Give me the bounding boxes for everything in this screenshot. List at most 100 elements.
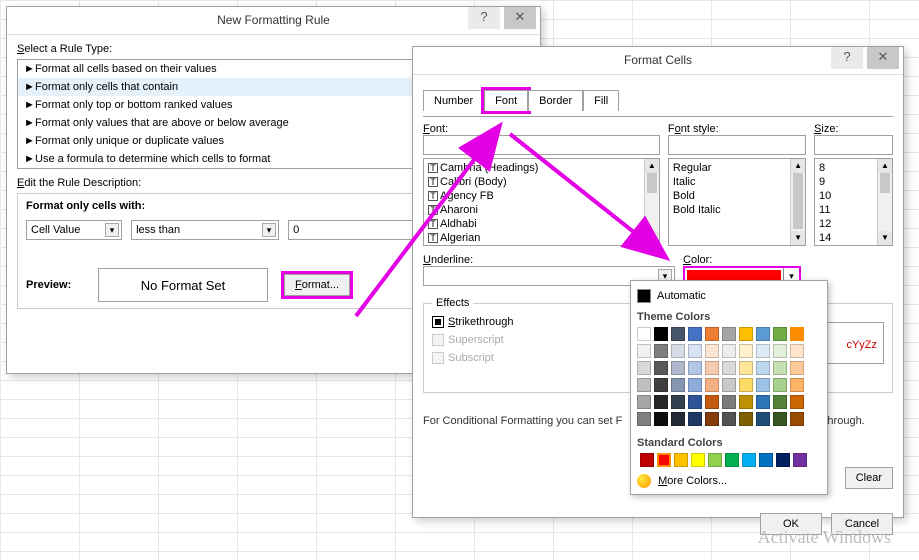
color-swatch[interactable] [739, 361, 753, 375]
color-swatch[interactable] [722, 361, 736, 375]
scrollbar[interactable]: ▲▼ [644, 159, 659, 245]
color-swatch[interactable] [722, 378, 736, 392]
color-swatch[interactable] [654, 361, 668, 375]
list-item[interactable]: Regular [673, 161, 801, 175]
tab-fill[interactable]: Fill [583, 90, 619, 111]
list-item[interactable]: TAlgerian [428, 231, 655, 245]
close-button[interactable]: ✕ [504, 7, 536, 29]
color-swatch[interactable] [688, 412, 702, 426]
list-item[interactable]: TCambria (Headings) [428, 161, 655, 175]
color-swatch[interactable] [637, 378, 651, 392]
color-swatch[interactable] [671, 361, 685, 375]
scrollbar[interactable]: ▲▼ [877, 159, 892, 245]
automatic-color-row[interactable]: Automatic [637, 287, 821, 309]
color-swatch[interactable] [773, 412, 787, 426]
list-item[interactable]: Italic [673, 175, 801, 189]
color-swatch[interactable] [739, 327, 753, 341]
format-button[interactable]: Format... [284, 274, 350, 296]
color-swatch[interactable] [773, 361, 787, 375]
color-swatch[interactable] [790, 344, 804, 358]
color-swatch[interactable] [722, 344, 736, 358]
operator-dropdown[interactable]: less than▾ [131, 220, 279, 240]
color-swatch[interactable] [688, 378, 702, 392]
color-swatch[interactable] [722, 412, 736, 426]
scrollbar[interactable]: ▲▼ [790, 159, 805, 245]
color-swatch[interactable] [688, 395, 702, 409]
color-swatch[interactable] [739, 344, 753, 358]
color-swatch[interactable] [688, 327, 702, 341]
color-swatch[interactable] [773, 344, 787, 358]
color-swatch[interactable] [756, 327, 770, 341]
color-swatch[interactable] [705, 327, 719, 341]
help-button[interactable]: ? [831, 47, 863, 69]
list-item[interactable]: Bold [673, 189, 801, 203]
list-item[interactable]: TAharoni [428, 203, 655, 217]
color-swatch[interactable] [790, 327, 804, 341]
strikethrough-checkbox[interactable]: Strikethrough [432, 316, 645, 328]
color-swatch[interactable] [759, 453, 773, 467]
color-swatch[interactable] [657, 453, 671, 467]
tab-border[interactable]: Border [528, 90, 583, 111]
list-item[interactable]: Bold Italic [673, 203, 801, 217]
color-swatch[interactable] [637, 344, 651, 358]
color-swatch[interactable] [674, 453, 688, 467]
color-swatch[interactable] [705, 344, 719, 358]
color-swatch[interactable] [654, 327, 668, 341]
color-swatch[interactable] [671, 395, 685, 409]
tab-font[interactable]: Font [484, 90, 528, 111]
color-swatch[interactable] [705, 378, 719, 392]
color-swatch[interactable] [654, 344, 668, 358]
color-swatch[interactable] [671, 378, 685, 392]
color-swatch[interactable] [705, 361, 719, 375]
font-style-list[interactable]: RegularItalicBoldBold Italic▲▼ [668, 158, 806, 246]
color-swatch[interactable] [756, 412, 770, 426]
color-swatch[interactable] [705, 412, 719, 426]
color-swatch[interactable] [790, 378, 804, 392]
color-swatch[interactable] [776, 453, 790, 467]
color-swatch[interactable] [756, 378, 770, 392]
color-swatch[interactable] [654, 412, 668, 426]
color-swatch[interactable] [637, 361, 651, 375]
color-swatch[interactable] [640, 453, 654, 467]
color-swatch[interactable] [688, 361, 702, 375]
size-list[interactable]: 8910111214▲▼ [814, 158, 893, 246]
color-swatch[interactable] [708, 453, 722, 467]
color-swatch[interactable] [773, 395, 787, 409]
list-item[interactable]: TCalibri (Body) [428, 175, 655, 189]
color-swatch[interactable] [739, 395, 753, 409]
color-swatch[interactable] [671, 344, 685, 358]
color-swatch[interactable] [793, 453, 807, 467]
font-input[interactable] [423, 135, 660, 155]
list-item[interactable]: TAldhabi [428, 217, 655, 231]
color-swatch[interactable] [756, 344, 770, 358]
list-item[interactable]: TAgency FB [428, 189, 655, 203]
color-swatch[interactable] [739, 378, 753, 392]
color-swatch[interactable] [773, 378, 787, 392]
color-swatch[interactable] [773, 327, 787, 341]
color-swatch[interactable] [790, 361, 804, 375]
size-input[interactable] [814, 135, 893, 155]
font-list[interactable]: TCambria (Headings)TCalibri (Body)TAgenc… [423, 158, 660, 246]
help-button[interactable]: ? [468, 7, 500, 29]
color-swatch[interactable] [654, 378, 668, 392]
color-swatch[interactable] [654, 395, 668, 409]
clear-button[interactable]: Clear [845, 467, 893, 489]
color-swatch[interactable] [671, 327, 685, 341]
color-swatch[interactable] [637, 395, 651, 409]
color-swatch[interactable] [790, 395, 804, 409]
color-swatch[interactable] [691, 453, 705, 467]
color-swatch[interactable] [637, 327, 651, 341]
color-swatch[interactable] [756, 361, 770, 375]
color-swatch[interactable] [756, 395, 770, 409]
color-swatch[interactable] [722, 327, 736, 341]
color-swatch[interactable] [739, 412, 753, 426]
color-swatch[interactable] [671, 412, 685, 426]
more-colors-row[interactable]: More Colors... [637, 470, 821, 488]
color-swatch[interactable] [637, 412, 651, 426]
color-swatch[interactable] [688, 344, 702, 358]
color-swatch[interactable] [790, 412, 804, 426]
color-swatch[interactable] [725, 453, 739, 467]
color-swatch[interactable] [722, 395, 736, 409]
tab-number[interactable]: Number [423, 90, 484, 111]
cell-value-dropdown[interactable]: Cell Value▾ [26, 220, 122, 240]
